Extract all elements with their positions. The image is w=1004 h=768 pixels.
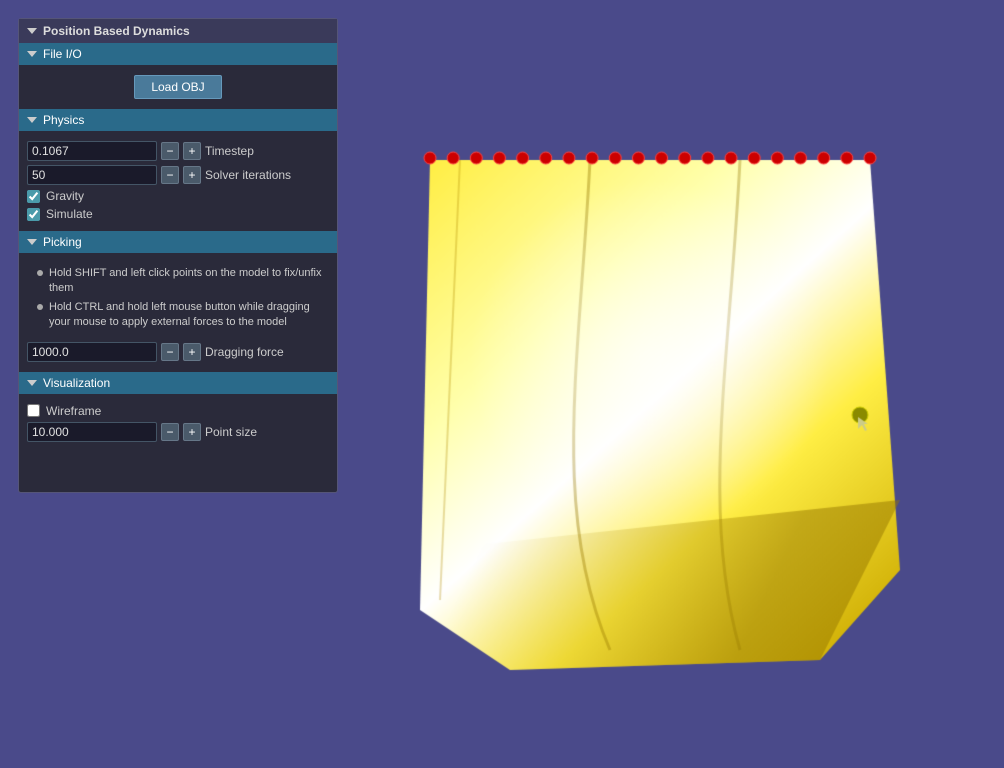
dragging-force-label: Dragging force	[205, 345, 284, 359]
solver-iterations-minus-button[interactable]: −	[161, 166, 179, 184]
simulate-label: Simulate	[46, 207, 93, 221]
point-size-input[interactable]	[27, 422, 157, 442]
file-io-content: Load OBJ	[19, 65, 337, 109]
gravity-checkbox[interactable]	[27, 190, 40, 203]
timestep-plus-button[interactable]: +	[183, 142, 201, 160]
visualization-label: Visualization	[43, 376, 110, 390]
picking-content: Hold SHIFT and left click points on the …	[19, 253, 337, 372]
file-io-label: File I/O	[43, 47, 82, 61]
physics-content: − + Timestep − + Solver iterations Gravi…	[19, 131, 337, 231]
physics-section-header[interactable]: Physics	[19, 109, 337, 131]
picking-collapse-icon	[27, 239, 37, 245]
wireframe-checkbox[interactable]	[27, 404, 40, 417]
simulate-row: Simulate	[27, 207, 329, 221]
picking-instruction-1-text: Hold SHIFT and left click points on the …	[49, 266, 329, 297]
file-io-collapse-icon	[27, 51, 37, 57]
dragging-force-row: − + Dragging force	[27, 342, 329, 362]
gravity-label: Gravity	[46, 189, 84, 203]
picking-label: Picking	[43, 235, 82, 249]
visualization-section-header[interactable]: Visualization	[19, 372, 337, 394]
solver-iterations-label: Solver iterations	[205, 168, 291, 182]
file-io-section-header[interactable]: File I/O	[19, 43, 337, 65]
physics-collapse-icon	[27, 117, 37, 123]
solver-iterations-plus-button[interactable]: +	[183, 166, 201, 184]
visualization-content: Wireframe − + Point size	[19, 394, 337, 452]
load-obj-button[interactable]: Load OBJ	[134, 75, 221, 99]
wireframe-row: Wireframe	[27, 404, 329, 418]
physics-label: Physics	[43, 113, 84, 127]
gravity-row: Gravity	[27, 189, 329, 203]
point-size-plus-button[interactable]: +	[183, 423, 201, 441]
point-size-minus-button[interactable]: −	[161, 423, 179, 441]
bullet-dot-1	[37, 270, 43, 276]
solver-iterations-row: − + Solver iterations	[27, 165, 329, 185]
picking-section-header[interactable]: Picking	[19, 231, 337, 253]
visualization-collapse-icon	[27, 380, 37, 386]
timestep-input[interactable]	[27, 141, 157, 161]
picking-instruction-2-text: Hold CTRL and hold left mouse button whi…	[49, 300, 329, 331]
bullet-dot-2	[37, 304, 43, 310]
picking-instruction-2: Hold CTRL and hold left mouse button whi…	[37, 300, 329, 331]
viewport[interactable]	[350, 0, 1004, 765]
solver-iterations-input[interactable]	[27, 165, 157, 185]
picking-instructions: Hold SHIFT and left click points on the …	[27, 259, 329, 338]
point-size-label: Point size	[205, 425, 257, 439]
control-panel: Position Based Dynamics File I/O Load OB…	[18, 18, 338, 493]
wireframe-label: Wireframe	[46, 404, 101, 418]
dragging-force-plus-button[interactable]: +	[183, 343, 201, 361]
dragging-force-minus-button[interactable]: −	[161, 343, 179, 361]
timestep-label: Timestep	[205, 144, 254, 158]
panel-title-label: Position Based Dynamics	[43, 24, 190, 38]
cloth-canvas[interactable]	[350, 0, 1004, 765]
panel-collapse-icon[interactable]	[27, 28, 37, 34]
point-size-row: − + Point size	[27, 422, 329, 442]
picking-instruction-1: Hold SHIFT and left click points on the …	[37, 266, 329, 297]
dragging-force-input[interactable]	[27, 342, 157, 362]
timestep-row: − + Timestep	[27, 141, 329, 161]
timestep-minus-button[interactable]: −	[161, 142, 179, 160]
panel-bottom-padding	[19, 452, 337, 492]
panel-title: Position Based Dynamics	[19, 19, 337, 43]
simulate-checkbox[interactable]	[27, 208, 40, 221]
